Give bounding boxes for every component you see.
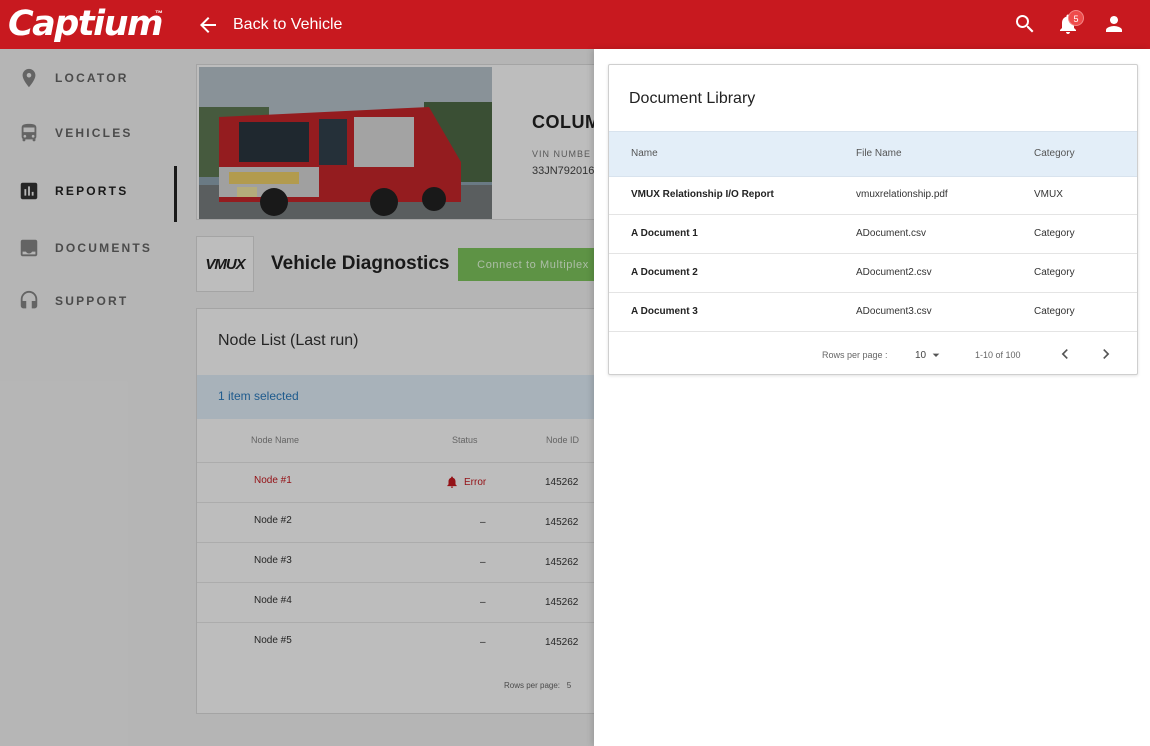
document-category: Category <box>1034 267 1075 278</box>
account-button[interactable] <box>1102 12 1126 36</box>
table-row[interactable]: A Document 2 ADocument2.csv Category <box>609 254 1137 293</box>
document-name: VMUX Relationship I/O Report <box>631 189 774 200</box>
document-name: A Document 3 <box>631 306 698 317</box>
document-name: A Document 2 <box>631 267 698 278</box>
previous-page-button[interactable] <box>1055 344 1075 364</box>
trademark-symbol: ™ <box>155 9 163 18</box>
column-header-category[interactable]: Category <box>1034 148 1075 159</box>
back-to-vehicle-button[interactable]: Back to Vehicle <box>196 10 342 40</box>
table-row[interactable]: VMUX Relationship I/O Report vmuxrelatio… <box>609 176 1137 215</box>
person-icon <box>1106 16 1122 32</box>
column-header-file-name[interactable]: File Name <box>856 148 902 159</box>
next-page-button[interactable] <box>1096 344 1116 364</box>
pagination-range: 1-10 of 100 <box>975 350 1021 360</box>
document-name: A Document 1 <box>631 228 698 239</box>
arrow-back-icon <box>200 17 216 33</box>
chevron-left-icon <box>1061 349 1068 359</box>
notification-count-badge: 5 <box>1068 10 1084 26</box>
search-icon <box>1016 15 1034 33</box>
search-button[interactable] <box>1013 12 1037 36</box>
document-library-drawer: Document Library Name File Name Category… <box>594 49 1150 746</box>
dropdown-arrow-icon <box>932 353 940 357</box>
table-row[interactable]: A Document 3 ADocument3.csv Category <box>609 293 1137 332</box>
back-to-vehicle-label: Back to Vehicle <box>233 16 343 33</box>
chevron-right-icon <box>1103 349 1110 359</box>
document-library-title: Document Library <box>629 90 756 107</box>
document-file-name: ADocument3.csv <box>856 306 932 317</box>
document-file-name: vmuxrelationship.pdf <box>856 189 948 200</box>
rows-per-page-value: 10 <box>915 349 927 361</box>
rows-per-page-select[interactable]: 10 <box>915 346 949 364</box>
document-file-name: ADocument2.csv <box>856 267 932 278</box>
modal-backdrop[interactable] <box>0 49 594 746</box>
document-library-card: Document Library Name File Name Category… <box>608 64 1138 375</box>
rows-per-page-label: Rows per page : <box>822 350 888 360</box>
document-category: Category <box>1034 306 1075 317</box>
table-row[interactable]: A Document 1 ADocument.csv Category <box>609 215 1137 254</box>
table-header: Name File Name Category <box>609 131 1137 177</box>
document-category: VMUX <box>1034 189 1063 200</box>
captium-logo[interactable]: Captium <box>8 5 163 43</box>
top-bar: Captium ™ Back to Vehicle 5 <box>0 0 1150 49</box>
table-pagination: Rows per page : 10 1-10 of 100 <box>609 333 1137 375</box>
document-file-name: ADocument.csv <box>856 228 927 239</box>
document-category: Category <box>1034 228 1075 239</box>
column-header-name[interactable]: Name <box>631 148 658 159</box>
